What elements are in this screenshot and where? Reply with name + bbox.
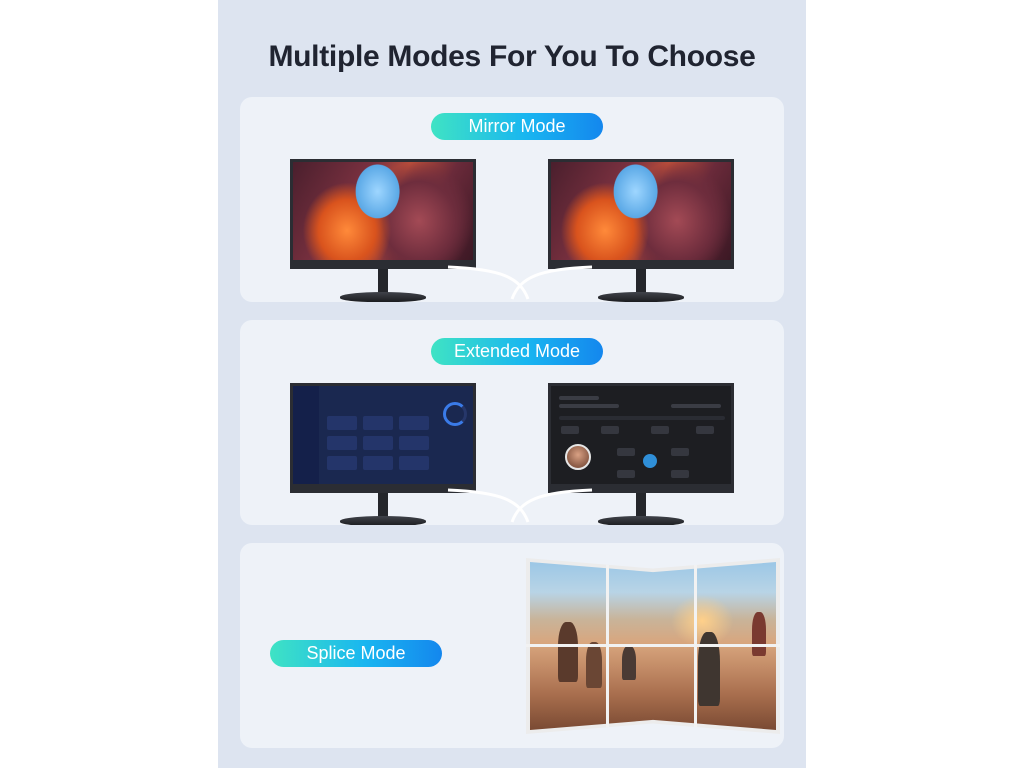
monitor-stand-neck [378,269,388,293]
progress-ring-icon [443,402,467,426]
splice-mode-label: Splice Mode [270,640,442,667]
infographic-panel: Multiple Modes For You To Choose Mirror … [218,0,806,768]
canyon-wallpaper [293,162,473,260]
monitor-stand-base [340,516,426,525]
mirror-mode-card: Mirror Mode AOC AOC [240,97,784,302]
monitor-logo: AOC [376,262,390,268]
monitor-stand-base [598,516,684,525]
connection-cable [447,265,593,300]
mirror-mode-label: Mirror Mode [431,113,603,140]
monitor-logo: AOC [376,486,390,492]
monitor-stand-neck [636,493,646,517]
splice-mode-card: Splice Mode [240,543,784,748]
monitor-stand-base [598,292,684,302]
monitor-logo: AOC [634,486,648,492]
monitor-stand-neck [378,493,388,517]
workflow-hub-icon [643,454,657,468]
curved-video-wall [526,558,780,734]
canyon-wallpaper [551,162,731,260]
avatar [565,444,591,470]
connection-cable [447,488,593,523]
monitor-stand-neck [636,269,646,293]
extended-mode-card: Extended Mode AOC AOC [240,320,784,525]
monitor-logo: AOC [634,262,648,268]
monitor-stand-base [340,292,426,302]
extended-mode-label: Extended Mode [431,338,603,365]
page-title: Multiple Modes For You To Choose [268,40,756,73]
dashboard-sidebar [293,386,319,484]
